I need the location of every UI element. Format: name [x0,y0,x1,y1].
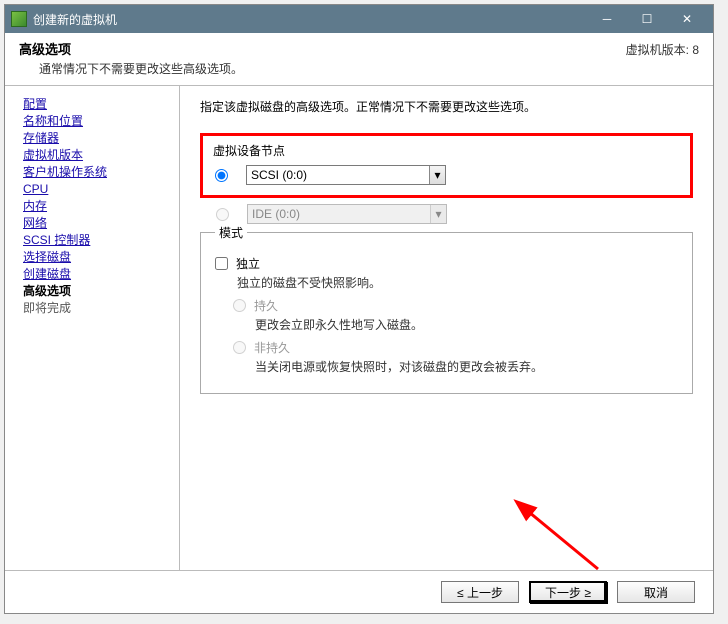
persistent-desc: 更改会立即永久性地写入磁盘。 [255,316,678,333]
wizard-header: 高级选项 通常情况下不需要更改这些高级选项。 虚拟机版本: 8 [5,33,713,86]
nonpersistent-label: 非持久 [254,339,290,356]
chevron-down-icon: ▾ [430,205,446,223]
sidebar-item-network[interactable]: 网络 [15,215,175,231]
sidebar-item-vmversion[interactable]: 虚拟机版本 [15,147,175,163]
device-node-scsi-row: SCSI (0:0) ▾ [215,165,680,185]
sidebar-item-memory[interactable]: 内存 [15,198,175,214]
mode-legend: 模式 [215,224,247,241]
device-node-ide-row: IDE (0:0) ▾ [216,204,693,224]
sidebar-item-name[interactable]: 名称和位置 [15,113,175,129]
persistent-label: 持久 [254,297,278,314]
independent-desc: 独立的磁盘不受快照影响。 [237,274,678,291]
sidebar-item-selectdisk[interactable]: 选择磁盘 [15,249,175,265]
device-node-legend: 虚拟设备节点 [209,142,680,159]
chevron-down-icon: ▾ [429,166,445,184]
vm-version-label: 虚拟机版本: 8 [626,41,699,58]
wizard-content: 指定该虚拟磁盘的高级选项。正常情况下不需要更改这些选项。 虚拟设备节点 SCSI… [180,86,713,570]
ide-value: IDE (0:0) [252,207,300,221]
page-title: 高级选项 [19,39,243,58]
cancel-button[interactable]: 取消 [617,581,695,603]
ide-dropdown: IDE (0:0) ▾ [247,204,447,224]
scsi-radio[interactable] [215,169,228,182]
independent-checkbox[interactable] [215,257,228,270]
minimize-button[interactable]: ─ [587,5,627,33]
persistent-row: 持久 [233,297,678,314]
sidebar-item-createdisk[interactable]: 创建磁盘 [15,266,175,282]
instruction-text: 指定该虚拟磁盘的高级选项。正常情况下不需要更改这些选项。 [200,98,693,115]
maximize-button[interactable]: ☐ [627,5,667,33]
window-controls: ─ ☐ ✕ [587,5,707,33]
scsi-value: SCSI (0:0) [251,168,307,182]
mode-groupbox: 模式 独立 独立的磁盘不受快照影响。 持久 更改会立即永久性地写入磁盘。 非持久… [200,224,693,394]
sidebar-item-guestos[interactable]: 客户机操作系统 [15,164,175,180]
nonpersistent-desc: 当关闭电源或恢复快照时，对该磁盘的更改会被丢弃。 [255,358,678,375]
sidebar-item-advanced: 高级选项 [15,283,175,299]
independent-row: 独立 [215,255,678,272]
persistent-radio [233,299,246,312]
close-button[interactable]: ✕ [667,5,707,33]
wizard-footer: ≤ 上一步 下一步 ≥ 取消 [5,570,713,613]
sidebar-item-cpu[interactable]: CPU [15,181,175,197]
app-icon [11,11,27,27]
back-button[interactable]: ≤ 上一步 [441,581,519,603]
window-title: 创建新的虚拟机 [33,11,587,28]
ide-radio [216,208,229,221]
wizard-window: 创建新的虚拟机 ─ ☐ ✕ 高级选项 通常情况下不需要更改这些高级选项。 虚拟机… [4,4,714,614]
page-subtitle: 通常情况下不需要更改这些高级选项。 [19,60,243,77]
sidebar-item-ready: 即将完成 [15,300,175,316]
next-button[interactable]: 下一步 ≥ [529,581,607,603]
nonpersistent-radio [233,341,246,354]
nonpersistent-row: 非持久 [233,339,678,356]
scsi-dropdown[interactable]: SCSI (0:0) ▾ [246,165,446,185]
device-node-highlight: 虚拟设备节点 SCSI (0:0) ▾ [200,133,693,198]
titlebar: 创建新的虚拟机 ─ ☐ ✕ [5,5,713,33]
sidebar-item-scsi[interactable]: SCSI 控制器 [15,232,175,248]
wizard-steps-sidebar: 配置 名称和位置 存储器 虚拟机版本 客户机操作系统 CPU 内存 网络 SCS… [5,86,180,570]
wizard-body: 配置 名称和位置 存储器 虚拟机版本 客户机操作系统 CPU 内存 网络 SCS… [5,86,713,570]
sidebar-item-config[interactable]: 配置 [15,96,175,112]
sidebar-item-storage[interactable]: 存储器 [15,130,175,146]
independent-label: 独立 [236,255,260,272]
